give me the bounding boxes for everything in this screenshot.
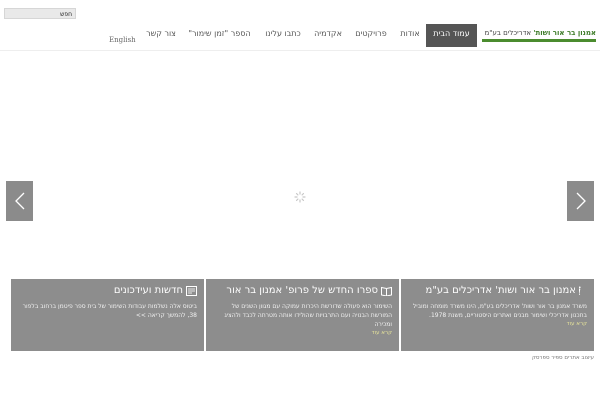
- slider-prev-button[interactable]: [6, 181, 33, 221]
- svg-text:i: i: [579, 285, 581, 296]
- book-icon: [381, 286, 392, 296]
- nav-item-home[interactable]: עמוד הבית: [426, 24, 477, 47]
- nav-item-contact[interactable]: צור קשר: [143, 24, 179, 47]
- chevron-right-icon: [576, 192, 586, 210]
- panel-news-text[interactable]: ביטוס אלה נשלמות עבודות השימור של בית ספ…: [18, 302, 197, 320]
- panel-about-title: אמנון בר אור ושות' אדריכלים בע"מ: [425, 285, 576, 296]
- nav-item-projects[interactable]: פרויקטים: [350, 24, 392, 47]
- chevron-left-icon: [14, 192, 24, 210]
- panel-book-title: ספרו החדש של פרופ' אמנון בר אור: [226, 285, 378, 296]
- nav-item-book[interactable]: הספר "זמן שימור": [182, 24, 257, 47]
- panel-about: i אמנון בר אור ושות' אדריכלים בע"מ משרד …: [401, 279, 594, 351]
- panel-news-title: חדשות ועידכונים: [113, 285, 183, 296]
- info-icon: i: [579, 285, 581, 296]
- footer-credit[interactable]: עיצוב אתרים ספיר ספרסק: [532, 355, 594, 361]
- site-logo[interactable]: אמנון בר אור ושות' אדריכלים בע"מ: [482, 29, 596, 37]
- panel-book-text: השימור הוא פעולה שדורשת היכרות עמוקה עם …: [224, 303, 392, 328]
- panel-about-text: משרד אמנון בר אור ושות' אדריכלים בע"מ, ה…: [412, 303, 587, 319]
- nav-item-academy[interactable]: אקדמיה: [309, 24, 347, 47]
- logo-name: אמנון בר אור ושות': [533, 29, 596, 37]
- nav-divider: [0, 50, 600, 51]
- slider-next-button[interactable]: [567, 181, 594, 221]
- panel-about-read-more[interactable]: קרא עוד: [408, 321, 587, 327]
- news-icon: [186, 285, 197, 296]
- panel-news: חדשות ועידכונים ביטוס אלה נשלמות עבודות …: [11, 279, 204, 351]
- panel-book: ספרו החדש של פרופ' אמנון בר אור השימור ה…: [206, 279, 399, 351]
- logo-underline: [482, 39, 596, 42]
- language-switch-english[interactable]: English: [109, 36, 136, 44]
- spinner-icon: [294, 191, 306, 203]
- nav-item-about[interactable]: אודות: [395, 24, 425, 47]
- logo-subtitle: אדריכלים בע"מ: [484, 29, 534, 37]
- search-input[interactable]: חפש: [4, 8, 76, 19]
- panel-book-read-more[interactable]: קרא עוד: [213, 330, 392, 336]
- nav-item-press[interactable]: כתבו עלינו: [260, 24, 306, 47]
